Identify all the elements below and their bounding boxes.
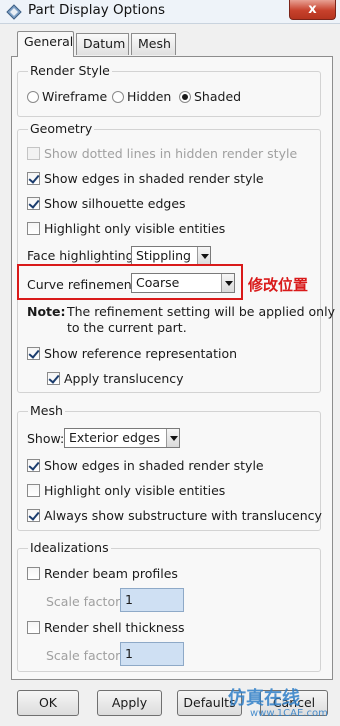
face-highlighting-label: Face highlighting: bbox=[27, 248, 138, 263]
checkbox-box[interactable] bbox=[27, 567, 40, 580]
checkbox-geometry-show-edges[interactable]: Show edges in shaded render style bbox=[27, 171, 264, 186]
geometry-label: Geometry bbox=[28, 121, 95, 136]
ok-button[interactable]: OK bbox=[17, 690, 79, 716]
radio-circle[interactable] bbox=[112, 91, 124, 103]
title-bar: Part Display Options x bbox=[0, 0, 340, 24]
checkbox-geometry-show-edges-label: Show edges in shaded render style bbox=[44, 171, 264, 186]
radio-circle[interactable] bbox=[27, 91, 39, 103]
app-icon bbox=[6, 4, 22, 20]
checkbox-box[interactable] bbox=[27, 459, 40, 472]
face-highlighting-value: Stippling bbox=[136, 248, 191, 263]
checkbox-render-beam-label: Render beam profiles bbox=[44, 566, 178, 581]
watermark-url: www.1CAE.com bbox=[250, 708, 328, 719]
tab-general[interactable]: General bbox=[17, 31, 74, 57]
checkbox-box[interactable] bbox=[27, 509, 40, 522]
checkbox-box[interactable] bbox=[47, 372, 60, 385]
checkbox-mesh-show-edges-label: Show edges in shaded render style bbox=[44, 458, 264, 473]
radio-shaded[interactable]: Shaded bbox=[179, 89, 241, 104]
radio-wireframe-label: Wireframe bbox=[42, 89, 108, 104]
shell-scale-label: Scale factor: bbox=[46, 648, 125, 663]
checkbox-mesh-highlight-label: Highlight only visible entities bbox=[44, 483, 226, 498]
checkbox-box[interactable] bbox=[27, 172, 40, 185]
tab-mesh[interactable]: Mesh bbox=[131, 33, 176, 55]
checkbox-box[interactable] bbox=[27, 347, 40, 360]
render-style-label: Render Style bbox=[28, 63, 112, 78]
chevron-down-icon[interactable] bbox=[221, 274, 234, 292]
checkbox-box[interactable] bbox=[27, 197, 40, 210]
checkbox-dotted-lines-label: Show dotted lines in hidden render style bbox=[44, 146, 298, 161]
chevron-down-icon[interactable] bbox=[166, 429, 179, 447]
note-label: Note: bbox=[27, 304, 66, 319]
radio-circle-selected[interactable] bbox=[179, 91, 191, 103]
mesh-label: Mesh bbox=[28, 403, 65, 418]
radio-hidden-label: Hidden bbox=[127, 89, 172, 104]
curve-refinement-value: Coarse bbox=[136, 275, 180, 290]
checkbox-apply-translucency-label: Apply translucency bbox=[64, 371, 184, 386]
radio-hidden[interactable]: Hidden bbox=[112, 89, 171, 104]
watermark-text: 仿真在线 bbox=[228, 688, 300, 709]
close-button[interactable]: x bbox=[289, 0, 336, 20]
chevron-down-icon[interactable] bbox=[197, 247, 210, 265]
annotation-text: 修改位置 bbox=[248, 276, 309, 294]
shell-scale-input[interactable]: 1 bbox=[120, 642, 184, 666]
checkbox-apply-translucency[interactable]: Apply translucency bbox=[47, 371, 184, 386]
checkbox-box[interactable] bbox=[27, 222, 40, 235]
checkbox-silhouette[interactable]: Show silhouette edges bbox=[27, 196, 186, 211]
radio-wireframe[interactable]: Wireframe bbox=[27, 89, 107, 104]
checkbox-box[interactable] bbox=[27, 621, 40, 634]
checkbox-show-reference-label: Show reference representation bbox=[44, 346, 238, 361]
checkbox-render-beam[interactable]: Render beam profiles bbox=[27, 566, 178, 581]
curve-refinement-label: Curve refinement: bbox=[27, 277, 141, 292]
beam-scale-label: Scale factor: bbox=[46, 594, 125, 609]
tab-datum[interactable]: Datum bbox=[76, 33, 129, 55]
idealizations-label: Idealizations bbox=[28, 540, 111, 555]
note-text-line1: The refinement setting will be applied o… bbox=[67, 304, 335, 319]
checkbox-show-reference[interactable]: Show reference representation bbox=[27, 346, 237, 361]
window-title: Part Display Options bbox=[28, 2, 166, 18]
checkbox-render-shell[interactable]: Render shell thickness bbox=[27, 620, 185, 635]
mesh-show-label: Show: bbox=[27, 431, 65, 446]
checkbox-substructure-label: Always show substructure with translucen… bbox=[44, 508, 322, 523]
checkbox-geometry-highlight-label: Highlight only visible entities bbox=[44, 221, 226, 236]
checkbox-substructure[interactable]: Always show substructure with translucen… bbox=[27, 508, 322, 523]
checkbox-dotted-lines[interactable]: Show dotted lines in hidden render style bbox=[27, 146, 297, 161]
curve-refinement-select[interactable]: Coarse bbox=[131, 273, 235, 293]
checkbox-render-shell-label: Render shell thickness bbox=[44, 620, 185, 635]
radio-shaded-label: Shaded bbox=[194, 89, 242, 104]
note-text-line2: to the current part. bbox=[67, 320, 187, 335]
face-highlighting-select[interactable]: Stippling bbox=[131, 246, 211, 266]
checkbox-mesh-highlight[interactable]: Highlight only visible entities bbox=[27, 483, 225, 498]
checkbox-silhouette-label: Show silhouette edges bbox=[44, 196, 186, 211]
checkbox-box[interactable] bbox=[27, 484, 40, 497]
checkbox-box[interactable] bbox=[27, 147, 40, 160]
checkbox-mesh-show-edges[interactable]: Show edges in shaded render style bbox=[27, 458, 264, 473]
mesh-show-select[interactable]: Exterior edges bbox=[64, 428, 180, 448]
apply-button[interactable]: Apply bbox=[97, 690, 162, 716]
mesh-show-value: Exterior edges bbox=[69, 430, 161, 445]
checkbox-geometry-highlight[interactable]: Highlight only visible entities bbox=[27, 221, 225, 236]
beam-scale-input[interactable]: 1 bbox=[120, 588, 184, 612]
